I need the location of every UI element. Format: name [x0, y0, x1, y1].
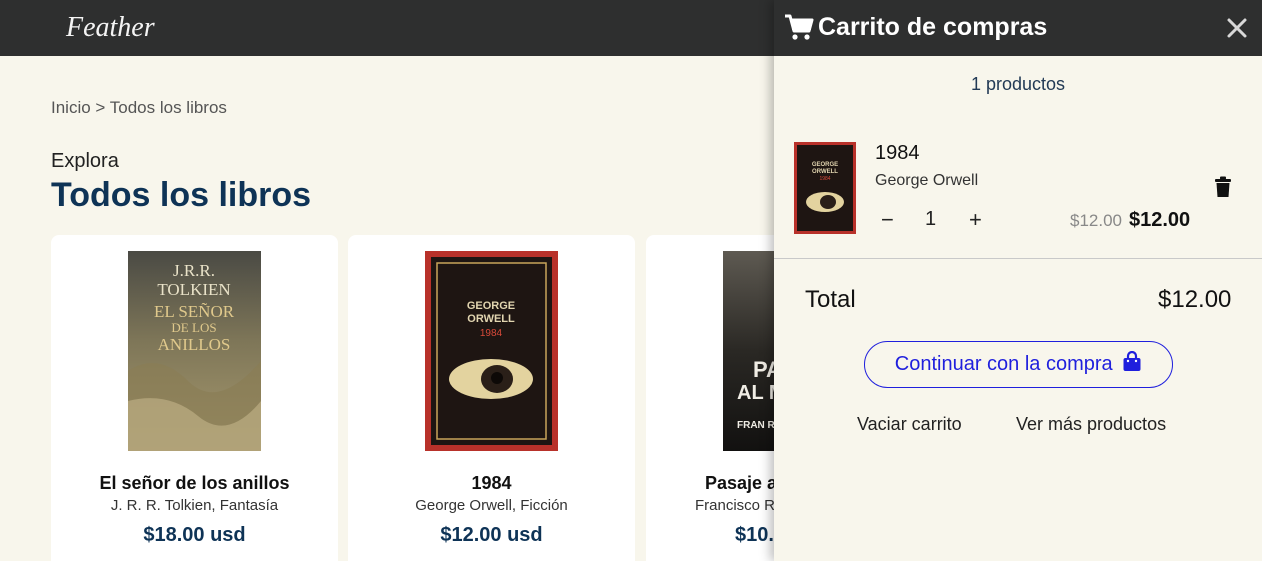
quantity-increase-button[interactable]: +	[969, 207, 982, 233]
cart-panel: Carrito de compras 1 productos GEORGE OR…	[774, 0, 1262, 561]
cart-item-thumbnail[interactable]: GEORGE ORWELL 1984	[794, 142, 856, 234]
book-meta: George Orwell, Ficción	[415, 497, 568, 514]
book-cover[interactable]: GEORGE ORWELL 1984	[425, 251, 558, 451]
cart-item-count: 1 productos	[970, 74, 1066, 94]
total-label: Total	[805, 286, 856, 313]
brand-logo[interactable]: Feather	[66, 12, 155, 44]
cover-text: DE LOS	[171, 320, 216, 335]
book-meta: J. R. R. Tolkien, Fantasía	[110, 497, 279, 514]
book-card[interactable]: GEORGE ORWELL 1984 1984 George Orwell, F…	[348, 235, 635, 561]
close-icon[interactable]	[1226, 17, 1248, 39]
cover-text: ANILLOS	[158, 335, 231, 354]
cart-header: Carrito de compras	[774, 0, 1262, 56]
cover-text: 1984	[819, 176, 830, 182]
cover-text: GEORGE	[812, 162, 838, 168]
cover-text: 1984	[480, 328, 503, 339]
cover-text: GEORGE	[467, 300, 515, 312]
cart-item-title[interactable]: 1984	[875, 142, 920, 165]
breadcrumb[interactable]: Inicio > Todos los libros	[51, 98, 227, 118]
cover-text: ORWELL	[467, 313, 515, 325]
page-subtitle: Explora	[51, 150, 119, 172]
book-price: $18.00 usd	[143, 524, 246, 546]
shopping-bag-icon	[1122, 344, 1142, 388]
book-cover[interactable]: J.R.R. TOLKIEN EL SEÑOR DE LOS ANILLOS	[128, 251, 261, 451]
trash-icon[interactable]	[1214, 176, 1232, 203]
cart-item-price: $12.00	[1129, 209, 1191, 231]
total-value: $12.00	[1158, 286, 1232, 313]
cart-item-original-price: $12.00	[1070, 211, 1122, 230]
more-products-link[interactable]: Ver más productos	[1016, 414, 1166, 435]
quantity-value: 1	[925, 208, 937, 230]
book-title[interactable]: 1984	[348, 473, 635, 494]
cover-text: EL SEÑOR	[154, 302, 235, 321]
continue-purchase-label: Continuar con la compra	[894, 353, 1113, 375]
clear-cart-link[interactable]: Vaciar carrito	[857, 414, 962, 435]
cart-item-author: George Orwell	[875, 172, 979, 189]
book-price: $12.00 usd	[440, 524, 543, 546]
cover-text: J.R.R.	[173, 261, 215, 280]
cart-title: Carrito de compras	[818, 13, 1048, 41]
continue-purchase-button[interactable]: Continuar con la compra	[864, 341, 1173, 388]
book-card[interactable]: J.R.R. TOLKIEN EL SEÑOR DE LOS ANILLOS E…	[51, 235, 338, 561]
shopping-cart-icon	[784, 14, 814, 46]
page-title: Todos los libros	[51, 176, 312, 214]
quantity-decrease-button[interactable]: −	[881, 207, 894, 233]
divider	[774, 258, 1262, 259]
book-title[interactable]: El señor de los anillos	[51, 473, 338, 494]
cover-text: ORWELL	[812, 169, 838, 175]
cover-text: TOLKIEN	[157, 280, 230, 299]
